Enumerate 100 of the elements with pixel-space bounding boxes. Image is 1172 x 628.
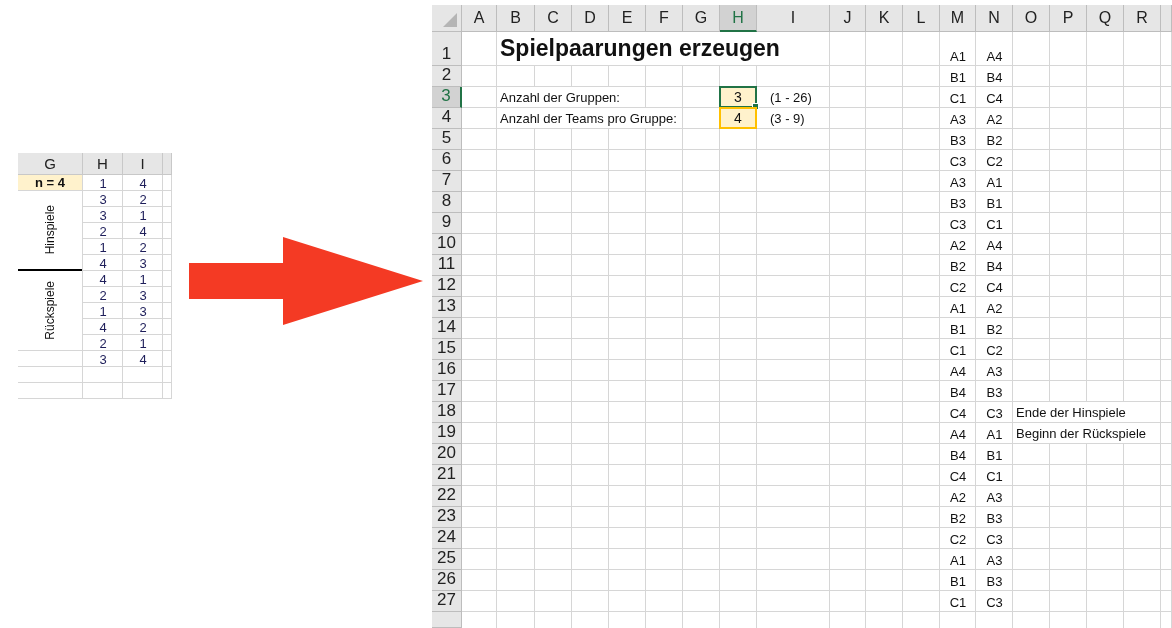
row-header[interactable]: 17: [432, 381, 462, 402]
row-header[interactable]: 15: [432, 339, 462, 360]
table-cell-text: 1: [98, 175, 108, 191]
row-header[interactable]: 8: [432, 192, 462, 213]
table-cell-text: A1: [985, 426, 1004, 444]
row-header[interactable]: 27: [432, 591, 462, 612]
input-cell[interactable]: 4: [719, 107, 757, 129]
table-cell-text: 1: [138, 271, 148, 287]
table-cell-text: B4: [949, 447, 967, 465]
table-cell-text: B1: [985, 195, 1004, 213]
table-cell-text: B1: [949, 69, 967, 87]
row-header[interactable]: 24: [432, 528, 462, 549]
arrow-icon: [189, 237, 423, 325]
table-cell-text: B2: [985, 321, 1004, 339]
table-cell-text: 2: [98, 223, 108, 239]
row-header[interactable]: 5: [432, 129, 462, 150]
column-header[interactable]: M: [940, 5, 976, 32]
row-header[interactable]: 23: [432, 507, 462, 528]
column-header[interactable]: F: [646, 5, 683, 32]
cell-label: n = 4: [18, 175, 82, 190]
row-header[interactable]: 19: [432, 423, 462, 444]
select-all-corner[interactable]: [432, 5, 462, 32]
column-header[interactable]: G: [18, 153, 83, 175]
column-header[interactable]: C: [535, 5, 572, 32]
row-header[interactable]: 10: [432, 234, 462, 255]
row-header[interactable]: 16: [432, 360, 462, 381]
column-header[interactable]: L: [903, 5, 940, 32]
table-cell-text: A4: [949, 426, 967, 444]
group-label: Hinspiele: [43, 205, 57, 255]
row-header[interactable]: [432, 612, 462, 628]
row-header[interactable]: 9: [432, 213, 462, 234]
table-cell-text: 1: [138, 335, 148, 351]
column-header[interactable]: B: [497, 5, 535, 32]
table-cell-text: C1: [985, 468, 1004, 486]
row-header[interactable]: 3: [432, 87, 462, 108]
column-header[interactable]: O: [1013, 5, 1050, 32]
column-header[interactable]: P: [1050, 5, 1087, 32]
table-cell-text: B1: [949, 321, 967, 339]
row-header[interactable]: 7: [432, 171, 462, 192]
row-header[interactable]: 2: [432, 66, 462, 87]
table-cell-text: 4: [98, 271, 108, 287]
table-cell-text: C4: [985, 90, 1004, 108]
row-header[interactable]: 13: [432, 297, 462, 318]
row-header[interactable]: 4: [432, 108, 462, 129]
table-cell-text: 2: [98, 335, 108, 351]
table-cell-text: A4: [985, 48, 1004, 66]
column-header[interactable]: D: [572, 5, 609, 32]
row-header[interactable]: 18: [432, 402, 462, 423]
table-cell-text: 3: [138, 287, 148, 303]
column-header[interactable]: K: [866, 5, 903, 32]
row-header[interactable]: 25: [432, 549, 462, 570]
column-header[interactable]: R: [1124, 5, 1161, 32]
table-cell-text: C4: [985, 279, 1004, 297]
table-cell-text: 2: [138, 319, 148, 335]
table-cell-text: A4: [985, 237, 1004, 255]
table-cell-text: 4: [138, 175, 148, 191]
column-header[interactable]: H: [720, 5, 757, 32]
table-cell-text: B2: [949, 510, 967, 528]
table-cell-text: C3: [985, 405, 1004, 423]
column-header[interactable]: E: [609, 5, 646, 32]
column-header[interactable]: Q: [1087, 5, 1124, 32]
row-header[interactable]: 12: [432, 276, 462, 297]
table-cell-text: B3: [949, 195, 967, 213]
row-header[interactable]: 26: [432, 570, 462, 591]
table-cell-text: A1: [949, 300, 967, 318]
table-cell-text: C3: [948, 216, 968, 234]
column-header[interactable]: I: [757, 5, 830, 32]
column-header[interactable]: [1161, 5, 1172, 32]
row-header[interactable]: 20: [432, 444, 462, 465]
column-header[interactable]: H: [83, 153, 123, 175]
row-header[interactable]: 22: [432, 486, 462, 507]
row-header[interactable]: 1: [432, 32, 462, 66]
table-cell-text: 1: [138, 207, 148, 223]
row-header[interactable]: 14: [432, 318, 462, 339]
table-cell-text: B1: [949, 573, 967, 591]
column-header[interactable]: A: [462, 5, 497, 32]
table-cell-text: A2: [985, 300, 1004, 318]
column-header[interactable]: I: [123, 153, 163, 175]
table-cell-text: C4: [948, 405, 968, 423]
column-header[interactable]: [163, 153, 172, 175]
table-cell-text: 4: [138, 223, 148, 239]
table-cell-text: 3: [98, 207, 108, 223]
table-cell-text: 1: [98, 303, 108, 319]
column-header[interactable]: G: [683, 5, 720, 32]
table-cell-text: C2: [985, 342, 1004, 360]
table-cell-text: 1: [98, 239, 108, 255]
row-header[interactable]: 11: [432, 255, 462, 276]
table-cell-text: 4: [98, 255, 108, 271]
table-cell-text: C2: [948, 531, 968, 549]
table-cell-text: C2: [948, 279, 968, 297]
table-cell-text: A3: [985, 489, 1004, 507]
table-cell-text: A3: [985, 363, 1004, 381]
table-cell-text: C3: [985, 531, 1004, 549]
column-header[interactable]: J: [830, 5, 866, 32]
row-header[interactable]: 6: [432, 150, 462, 171]
input-cell[interactable]: 3: [719, 86, 757, 108]
table-cell-text: A2: [985, 111, 1004, 129]
table-cell-text: C3: [985, 594, 1004, 612]
column-header[interactable]: N: [976, 5, 1013, 32]
row-header[interactable]: 21: [432, 465, 462, 486]
